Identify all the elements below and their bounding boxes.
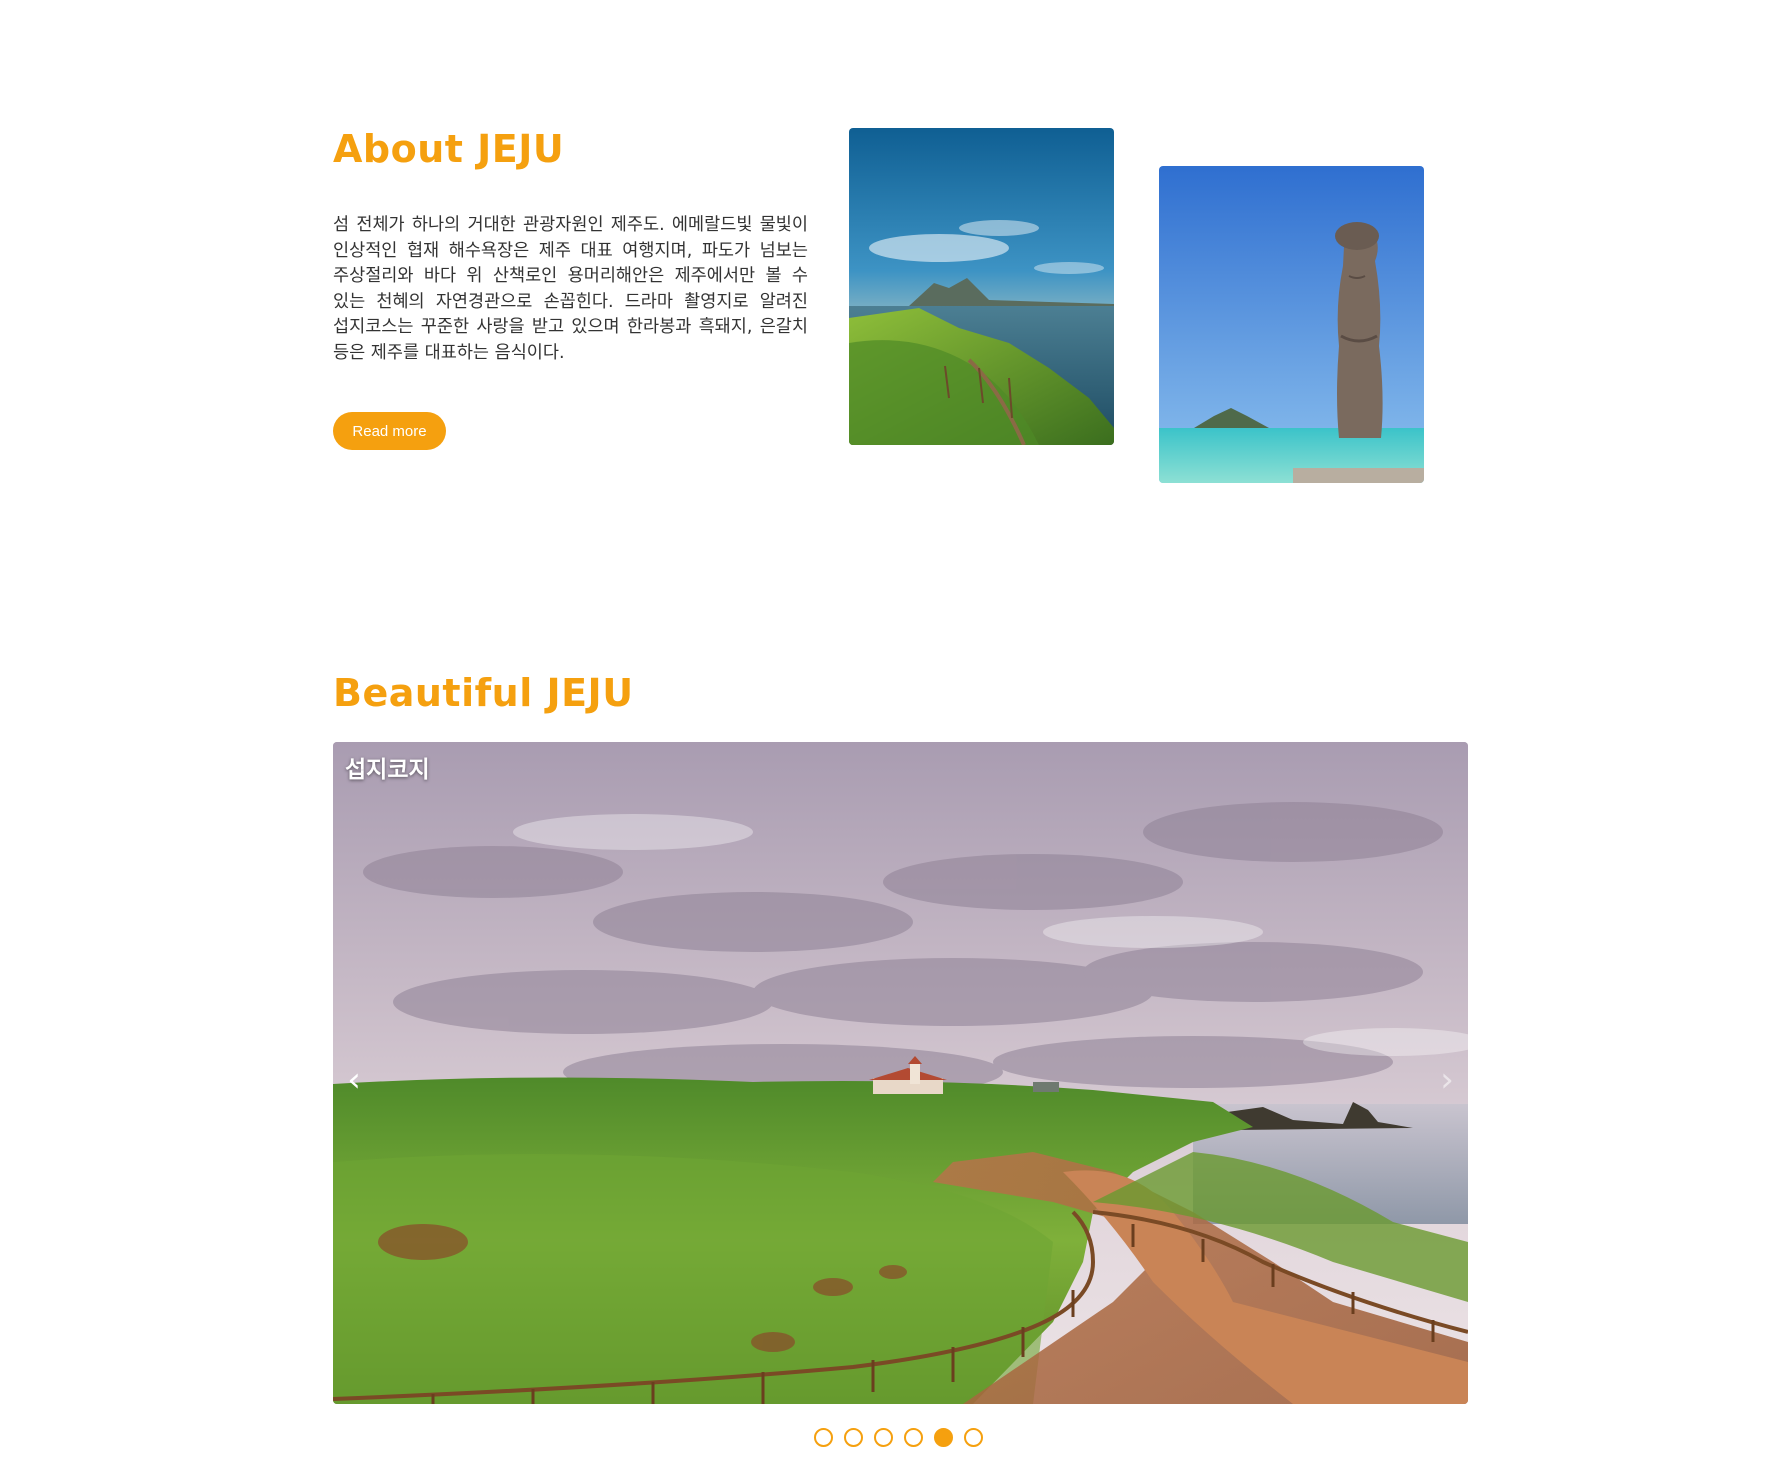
about-description: 섬 전체가 하나의 거대한 관광자원인 제주도. 에메랄드빛 물빛이 인상적인 …: [333, 215, 808, 363]
carousel-dot[interactable]: [934, 1428, 953, 1447]
carousel-dot[interactable]: [964, 1428, 983, 1447]
beautiful-heading: Beautiful JEJU: [333, 671, 634, 715]
carousel-dot[interactable]: [814, 1428, 833, 1447]
dol-hareubang-photo: [1159, 166, 1424, 483]
slide-caption: 섭지코지: [345, 757, 430, 783]
carousel-dot[interactable]: [844, 1428, 863, 1447]
carousel-dot[interactable]: [874, 1428, 893, 1447]
carousel-dot[interactable]: [904, 1428, 923, 1447]
image-carousel[interactable]: 섭지코지 ‹ ›: [333, 742, 1468, 1404]
coastal-trail-photo: [849, 128, 1114, 445]
about-heading: About JEJU: [333, 127, 565, 171]
carousel-pagination: [814, 1428, 983, 1450]
next-slide-arrow-icon[interactable]: ›: [1432, 1060, 1462, 1100]
read-more-button[interactable]: Read more: [333, 412, 446, 450]
seopjikoji-photo: [333, 742, 1468, 1404]
prev-slide-arrow-icon[interactable]: ‹: [339, 1060, 369, 1100]
